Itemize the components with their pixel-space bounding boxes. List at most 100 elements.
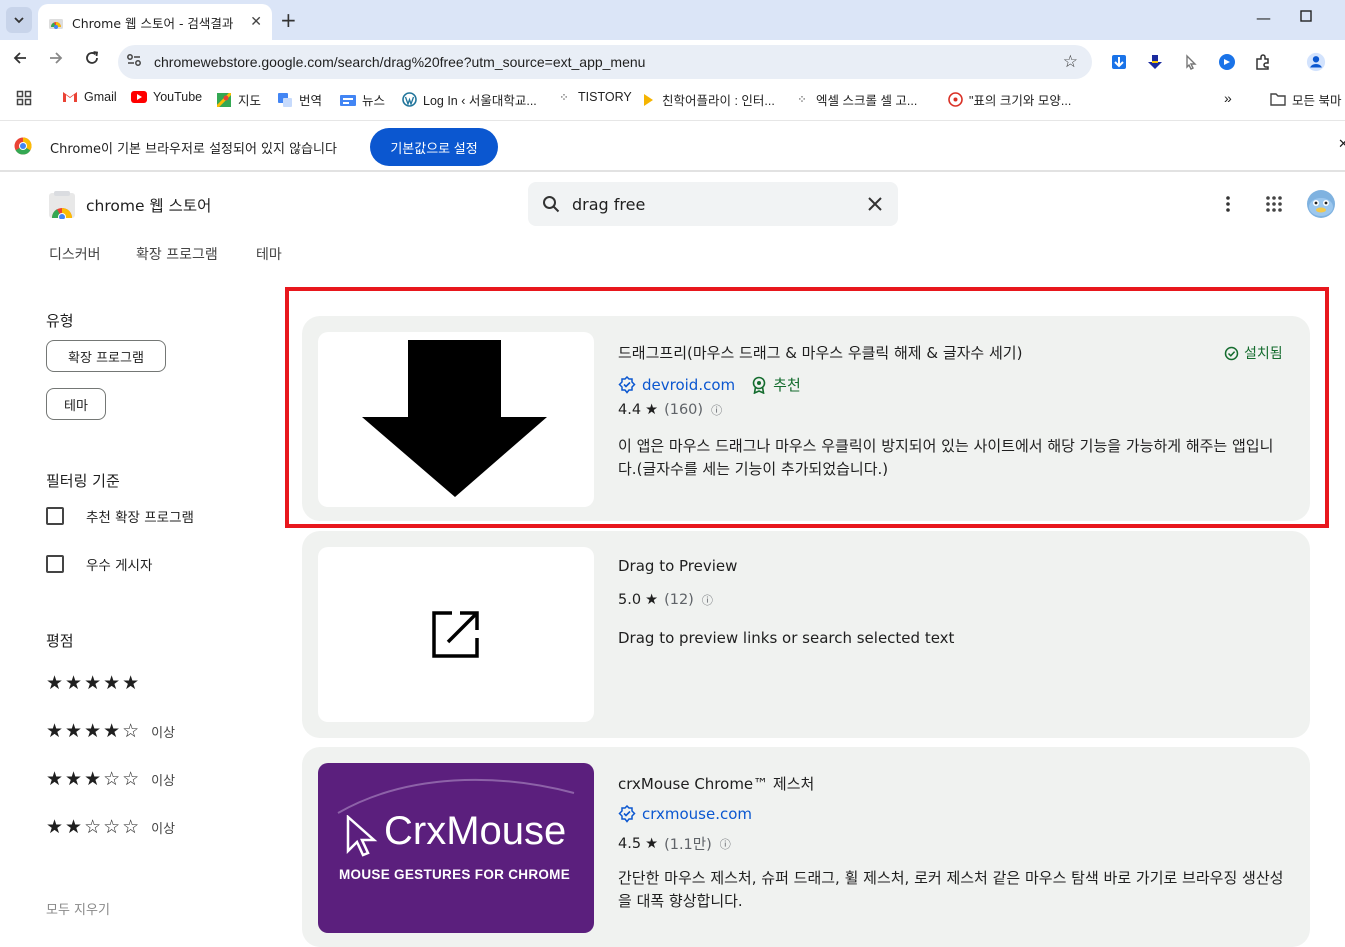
folder-icon bbox=[1270, 93, 1286, 107]
minimize-button[interactable]: — bbox=[1256, 9, 1271, 27]
dragfree-extension-icon[interactable] bbox=[1145, 52, 1165, 72]
result-thumbnail bbox=[318, 332, 594, 507]
featured-badge: 추천 bbox=[773, 376, 801, 394]
chip-themes[interactable]: 테마 bbox=[46, 388, 106, 420]
result-card[interactable]: 드래그프리(마우스 드래그 & 마우스 우클릭 해제 & 글자수 세기) 설치됨… bbox=[302, 316, 1310, 521]
set-default-button[interactable]: 기본값으로 설정 bbox=[370, 128, 498, 166]
news-icon bbox=[340, 93, 356, 107]
result-card[interactable]: Drag to Preview 5.0 ★ (12) ⓘ Drag to pre… bbox=[302, 531, 1310, 738]
bookmarks-bar: Gmail YouTube 지도 번역 뉴스 Log In ‹ 서울대학교...… bbox=[0, 84, 1345, 114]
rating-filter-3[interactable]: ★★★☆☆ 이상 bbox=[46, 768, 175, 790]
publisher-name[interactable]: devroid.com bbox=[642, 376, 735, 394]
bookmark-tistory[interactable]: ⁘ TISTORY bbox=[556, 90, 631, 104]
google-apps-icon[interactable] bbox=[1265, 195, 1283, 213]
rating-value: 5.0 bbox=[618, 592, 642, 608]
result-publisher[interactable]: crxmouse.com bbox=[618, 805, 752, 823]
info-icon[interactable]: ⓘ bbox=[702, 592, 713, 608]
result-thumbnail: CrxMouse MOUSE GESTURES FOR CHROME bbox=[318, 763, 594, 933]
top-publisher-checkbox[interactable] bbox=[46, 555, 64, 573]
chrome-web-store-logo-icon[interactable] bbox=[48, 191, 76, 219]
url-text[interactable]: chromewebstore.google.com/search/drag%20… bbox=[154, 54, 645, 70]
clear-all-link[interactable]: 모두 지우기 bbox=[46, 899, 110, 918]
crxmouse-logo-subtitle: MOUSE GESTURES FOR CHROME bbox=[339, 867, 571, 882]
result-rating: 4.4 ★ (160) ⓘ bbox=[618, 402, 722, 418]
bookmark-maps[interactable]: 지도 bbox=[216, 90, 261, 109]
all-bookmarks-folder[interactable]: 모든 북마 bbox=[1270, 90, 1341, 109]
info-icon[interactable]: ⓘ bbox=[711, 402, 722, 418]
installed-status: 설치됨 bbox=[1224, 343, 1283, 363]
search-input[interactable]: drag free bbox=[572, 195, 645, 214]
blue-circle-extension-icon[interactable] bbox=[1217, 52, 1237, 72]
download-extension-icon[interactable] bbox=[1109, 52, 1129, 72]
close-tab-icon[interactable]: ✕ bbox=[250, 14, 262, 30]
result-title[interactable]: crxMouse Chrome™ 제스처 bbox=[618, 773, 814, 794]
rating-filter-5[interactable]: ★★★★★ bbox=[46, 672, 151, 694]
bookmark-translate[interactable]: 번역 bbox=[277, 90, 322, 109]
rating-filter-4[interactable]: ★★★★☆ 이상 bbox=[46, 720, 175, 742]
bookmark-label: 모든 북마 bbox=[1292, 94, 1342, 108]
address-bar[interactable]: chromewebstore.google.com/search/drag%20… bbox=[118, 45, 1092, 79]
filter-top-publisher[interactable]: 우수 게시자 bbox=[46, 554, 152, 574]
reload-button[interactable] bbox=[84, 50, 100, 71]
rating-value: 4.5 bbox=[618, 835, 642, 852]
star-rating-icon: ★★★☆☆ bbox=[46, 768, 142, 790]
nav-extensions[interactable]: 확장 프로그램 bbox=[136, 244, 218, 264]
maximize-button[interactable] bbox=[1300, 8, 1312, 26]
result-description: 간단한 마우스 제스처, 슈퍼 드래그, 휠 제스처, 로커 제스처 같은 마우… bbox=[618, 869, 1284, 910]
site-info-icon[interactable] bbox=[126, 53, 148, 71]
filter-label: 추천 확장 프로그램 bbox=[86, 510, 194, 526]
store-search-box[interactable]: drag free bbox=[528, 182, 898, 226]
rating-count: (160) bbox=[664, 402, 704, 418]
more-bookmarks-icon[interactable]: » bbox=[1224, 90, 1232, 106]
verified-badge-icon bbox=[618, 375, 636, 394]
arrow-left-icon bbox=[13, 52, 26, 64]
arrow-icon bbox=[640, 93, 656, 107]
bookmark-label: Gmail bbox=[84, 90, 117, 104]
chrome-web-store-icon bbox=[49, 19, 63, 29]
result-card[interactable]: CrxMouse MOUSE GESTURES FOR CHROME crxMo… bbox=[302, 747, 1310, 947]
bookmark-excel-scroll[interactable]: ⁘ 엑셀 스크롤 셀 고... bbox=[794, 90, 917, 109]
more-vert-icon[interactable] bbox=[1222, 195, 1234, 213]
tab-active[interactable]: Chrome 웹 스토어 - 검색결과 ✕ bbox=[38, 4, 272, 40]
filter-label: 우수 게시자 bbox=[86, 558, 153, 574]
result-rating: 5.0 ★ (12) ⓘ bbox=[618, 592, 713, 608]
bookmark-table-size[interactable]: "표의 크기와 모양... bbox=[947, 90, 1071, 109]
nav-discover[interactable]: 디스커버 bbox=[49, 244, 101, 264]
mouse-extension-icon[interactable] bbox=[1181, 52, 1201, 72]
type-heading: 유형 bbox=[46, 312, 74, 330]
info-icon[interactable]: ⓘ bbox=[720, 836, 731, 852]
filter-featured[interactable]: 추천 확장 프로그램 bbox=[46, 506, 194, 526]
result-title[interactable]: 드래그프리(마우스 드래그 & 마우스 우클릭 해제 & 글자수 세기) bbox=[618, 342, 1022, 363]
rating-count: (1.1만) bbox=[664, 837, 712, 853]
store-title[interactable]: chrome 웹 스토어 bbox=[86, 194, 211, 216]
browser-toolbar: chromewebstore.google.com/search/drag%20… bbox=[0, 40, 1345, 84]
back-button[interactable] bbox=[12, 50, 28, 71]
profile-avatar-icon[interactable] bbox=[1306, 52, 1326, 72]
publisher-name[interactable]: crxmouse.com bbox=[642, 805, 752, 823]
bookmark-youtube[interactable]: YouTube bbox=[131, 90, 202, 104]
nav-themes[interactable]: 테마 bbox=[256, 244, 282, 264]
bookmark-gmail[interactable]: Gmail bbox=[62, 90, 117, 104]
search-icon bbox=[543, 196, 560, 213]
account-avatar[interactable] bbox=[1306, 189, 1336, 219]
chip-extensions[interactable]: 확장 프로그램 bbox=[46, 340, 166, 372]
clear-search-icon[interactable] bbox=[868, 197, 882, 211]
wordpress-icon bbox=[401, 92, 417, 107]
verified-badge-icon bbox=[618, 805, 636, 823]
apps-grid-icon[interactable] bbox=[16, 90, 32, 106]
youtube-icon bbox=[131, 90, 147, 104]
forward-button[interactable] bbox=[48, 50, 64, 71]
bookmark-star-icon[interactable]: ☆ bbox=[1063, 52, 1078, 72]
result-title[interactable]: Drag to Preview bbox=[618, 557, 737, 575]
bookmark-news[interactable]: 뉴스 bbox=[340, 90, 385, 109]
extensions-puzzle-icon[interactable] bbox=[1253, 52, 1273, 72]
bookmark-applay[interactable]: 친학어플라이 : 인터... bbox=[640, 90, 775, 109]
featured-checkbox[interactable] bbox=[46, 507, 64, 525]
close-infobar-icon[interactable]: ✕ bbox=[1338, 137, 1345, 152]
rating-filter-2[interactable]: ★★☆☆☆ 이상 bbox=[46, 816, 175, 838]
chevron-down-icon bbox=[14, 17, 24, 24]
bookmark-wordpress[interactable]: Log In ‹ 서울대학교... bbox=[401, 90, 537, 109]
new-tab-button[interactable]: + bbox=[280, 8, 297, 32]
tab-search-button[interactable] bbox=[6, 7, 32, 33]
result-publisher[interactable]: devroid.com 추천 bbox=[618, 374, 801, 395]
